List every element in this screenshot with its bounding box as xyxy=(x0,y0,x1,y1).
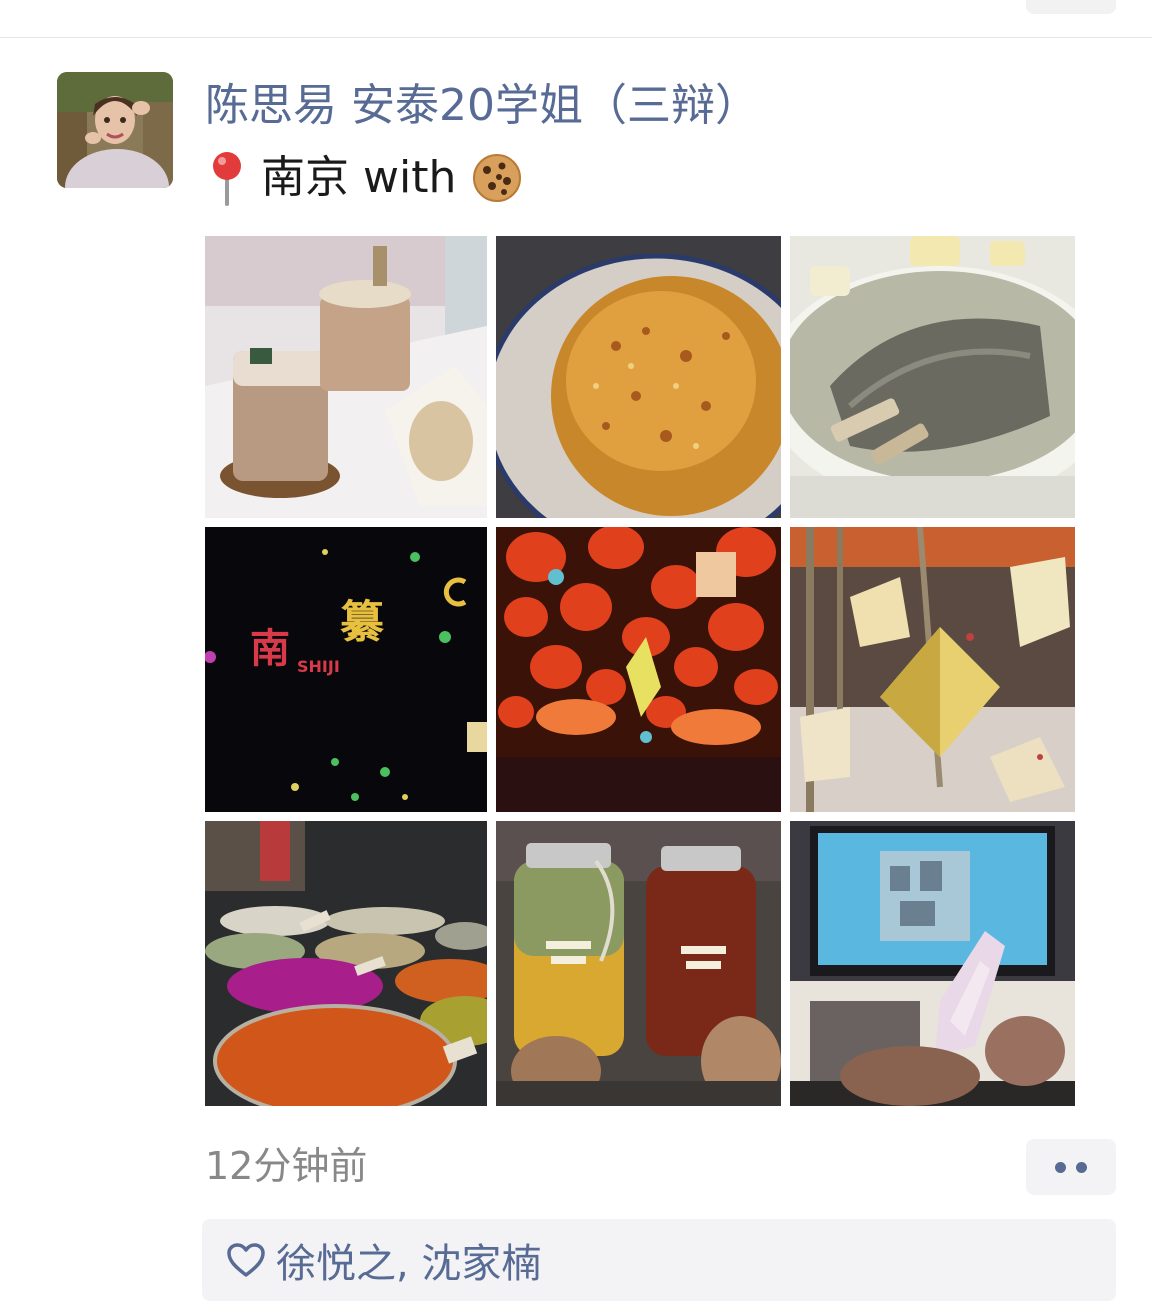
cookie-icon xyxy=(472,153,522,203)
previous-post-fragment xyxy=(0,0,1152,38)
post-timestamp: 12分钟前 xyxy=(205,1144,368,1188)
moments-feed: 陈思易 安泰20学姐（三辩） 南京 with 南 纂 SHIJI 12分钟前 徐… xyxy=(0,0,1152,1315)
photo-6[interactable] xyxy=(790,527,1075,812)
photo-1[interactable] xyxy=(205,236,487,518)
more-actions-button[interactable] xyxy=(1026,1139,1116,1195)
post-content-text: 南京 with xyxy=(261,152,457,203)
author-name[interactable]: 陈思易 安泰20学姐（三辩） xyxy=(205,76,759,136)
more-dot-icon xyxy=(1076,1161,1087,1173)
photo-8[interactable] xyxy=(496,821,781,1106)
avatar[interactable] xyxy=(57,72,173,188)
photo-grid: 南 纂 SHIJI xyxy=(205,236,1075,1106)
post-content: 南京 with xyxy=(205,148,522,208)
photo-2[interactable] xyxy=(496,236,781,518)
svg-text:南: 南 xyxy=(250,626,290,672)
heart-icon xyxy=(226,1242,266,1278)
photo-7[interactable] xyxy=(205,821,487,1106)
more-dot-icon xyxy=(1055,1161,1066,1173)
photo-9[interactable] xyxy=(790,821,1075,1106)
location-pin-icon xyxy=(205,150,249,206)
likes-panel: 徐悦之, 沈家楠 xyxy=(202,1219,1116,1301)
avatar-image xyxy=(57,72,173,188)
photo-4[interactable]: 南 纂 SHIJI xyxy=(205,527,487,812)
photo-5[interactable] xyxy=(496,527,781,812)
photo-3[interactable] xyxy=(790,236,1075,518)
svg-text:纂: 纂 xyxy=(340,597,384,648)
previous-post-more-button[interactable] xyxy=(1026,0,1116,14)
likes-names[interactable]: 徐悦之, 沈家楠 xyxy=(276,1231,541,1289)
svg-text:SHIJI: SHIJI xyxy=(297,657,340,676)
